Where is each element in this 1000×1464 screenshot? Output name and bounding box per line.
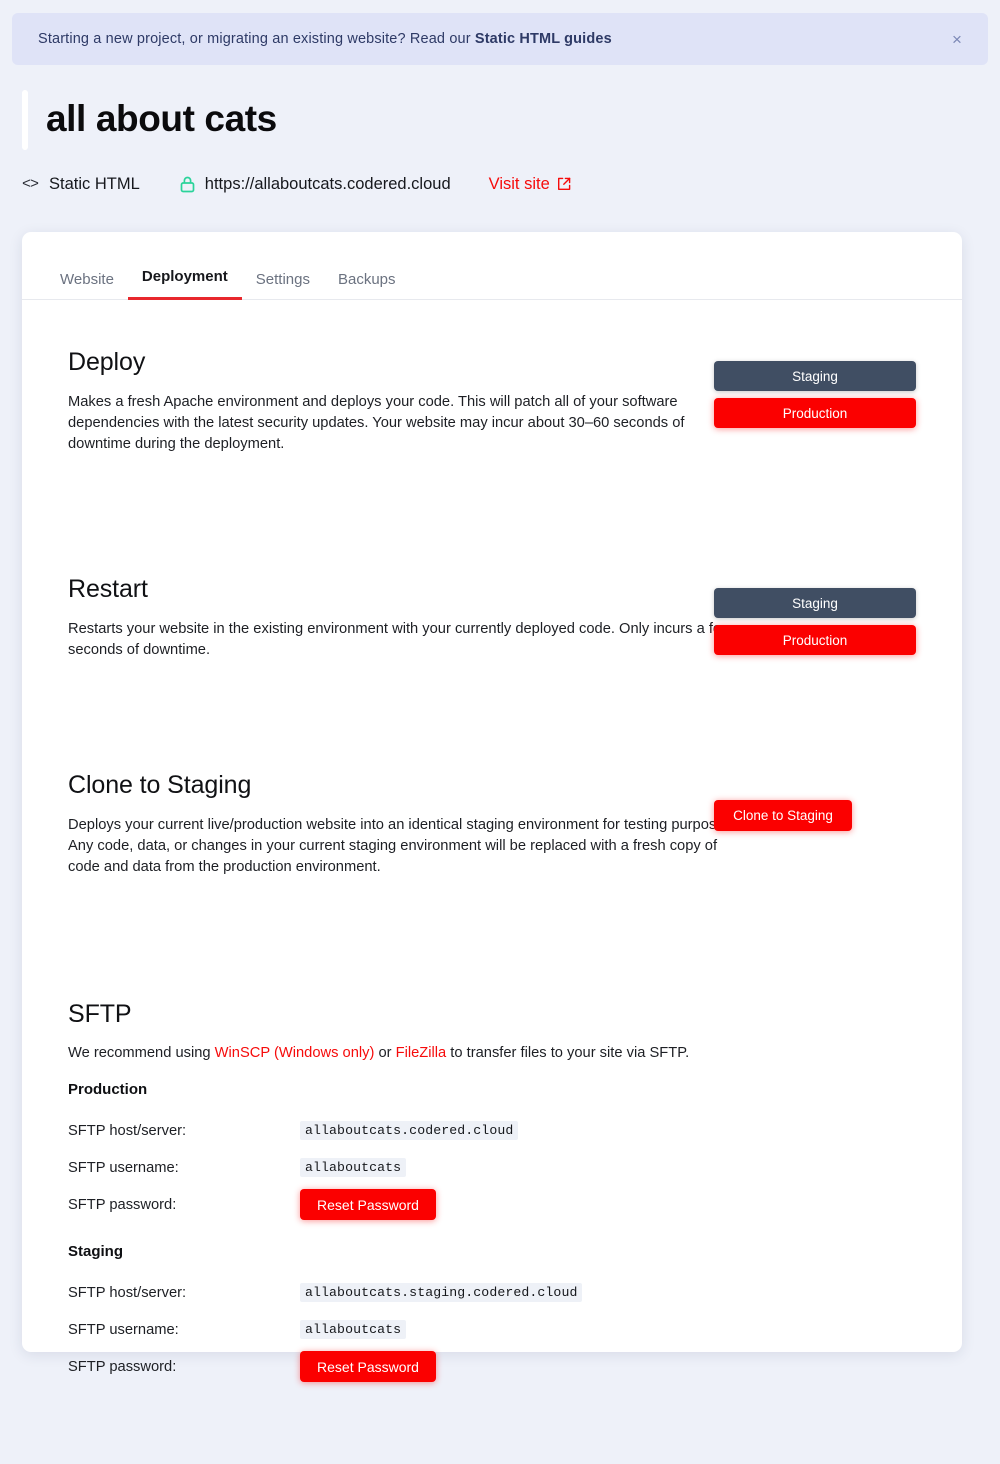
visit-site-link[interactable]: Visit site [489,175,571,194]
winscp-link[interactable]: WinSCP (Windows only) [215,1045,375,1061]
tab-settings[interactable]: Settings [242,271,324,300]
sftp-staging-credentials: SFTP host/server: allaboutcats.staging.c… [68,1274,916,1385]
sftp-staging-host-label: SFTP host/server: [68,1284,187,1301]
tab-deployment[interactable]: Deployment [127,268,242,300]
tab-website[interactable]: Website [46,271,128,300]
deploy-staging-button[interactable]: Staging [714,361,916,391]
title-accent-bar [22,90,28,150]
deploy-description: Makes a fresh Apache environment and dep… [68,394,685,452]
main-card: Website Deployment Settings Backups Depl… [22,232,962,1382]
sftp-production-credentials: SFTP host/server: allaboutcats.codered.c… [68,1112,916,1223]
filezilla-link[interactable]: FileZilla [396,1045,447,1061]
sftp-staging-username-label: SFTP username: [68,1321,179,1338]
restart-description: Restarts your website in the existing en… [68,621,732,658]
sftp-staging-password-label: SFTP password: [68,1358,177,1375]
sftp-prod-username-label: SFTP username: [68,1159,179,1176]
sftp-staging-username-value[interactable]: allaboutcats [300,1320,407,1339]
deploy-production-button[interactable]: Production [714,398,916,428]
page-title: all about cats [46,98,277,139]
visit-site-label: Visit site [488,174,550,193]
sftp-intro-middle: or [374,1045,396,1061]
sftp-staging-host-value[interactable]: allaboutcats.staging.codered.cloud [300,1283,583,1302]
restart-staging-button[interactable]: Staging [714,588,916,618]
table-row: SFTP password: Reset Password [68,1186,916,1223]
restart-buttons: Staging Production [714,588,916,655]
sftp-section: SFTP We recommend using WinSCP (Windows … [68,1000,916,1385]
sftp-production-heading: Production [68,1081,148,1098]
sftp-intro-before: We recommend using [68,1045,215,1061]
clone-heading: Clone to Staging [68,771,252,799]
sftp-intro: We recommend using WinSCP (Windows only)… [68,1045,916,1061]
deploy-section: Deploy Makes a fresh Apache environment … [68,348,916,455]
promo-banner-text: Starting a new project, or migrating an … [38,31,944,47]
external-link-icon [557,177,571,191]
clone-section: Clone to Staging Deploys your current li… [68,771,916,878]
site-meta-row: <> Static HTML https://allaboutcats.code… [0,171,1000,197]
sftp-staging-heading: Staging [68,1243,123,1260]
close-icon[interactable]: × [944,26,970,52]
sftp-prod-password-label: SFTP password: [68,1196,177,1213]
table-row: SFTP username: allaboutcats [68,1311,916,1348]
promo-banner-message: Starting a new project, or migrating an … [38,31,475,47]
sftp-prod-host-value[interactable]: allaboutcats.codered.cloud [300,1121,519,1140]
sftp-staging-reset-password-button[interactable]: Reset Password [300,1351,436,1382]
table-row: SFTP host/server: allaboutcats.staging.c… [68,1274,916,1311]
tab-backups[interactable]: Backups [324,271,410,300]
table-row: SFTP host/server: allaboutcats.codered.c… [68,1112,916,1149]
sftp-heading: SFTP [68,1000,132,1028]
title-row: all about cats [0,90,1000,150]
clone-description: Deploys your current live/production web… [68,817,736,875]
restart-section: Restart Restarts your website in the exi… [68,575,916,661]
table-row: SFTP password: Reset Password [68,1348,916,1385]
clone-buttons: Clone to Staging [714,800,916,831]
restart-production-button[interactable]: Production [714,625,916,655]
sftp-intro-after: to transfer files to your site via SFTP. [446,1045,690,1061]
code-brackets-icon: <> [22,175,39,193]
clone-to-staging-button[interactable]: Clone to Staging [714,800,852,831]
tab-bar: Website Deployment Settings Backups [22,260,962,300]
table-row: SFTP username: allaboutcats [68,1149,916,1186]
site-tech-label: Static HTML [49,174,140,193]
card-body: Deploy Makes a fresh Apache environment … [22,348,962,1385]
deploy-buttons: Staging Production [714,361,916,428]
site-url-group: https://allaboutcats.codered.cloud [180,175,489,194]
site-header: all about cats <> Static HTML https://al… [0,90,1000,197]
sftp-prod-host-label: SFTP host/server: [68,1122,187,1139]
sftp-prod-username-value[interactable]: allaboutcats [300,1158,407,1177]
lock-icon [180,176,195,193]
app-page: Starting a new project, or migrating an … [0,0,1000,1464]
site-url: https://allaboutcats.codered.cloud [204,174,451,193]
site-tech: <> Static HTML [22,175,140,194]
sftp-prod-reset-password-button[interactable]: Reset Password [300,1189,436,1220]
static-html-guides-link[interactable]: Static HTML guides [475,31,612,47]
promo-banner: Starting a new project, or migrating an … [12,13,988,65]
